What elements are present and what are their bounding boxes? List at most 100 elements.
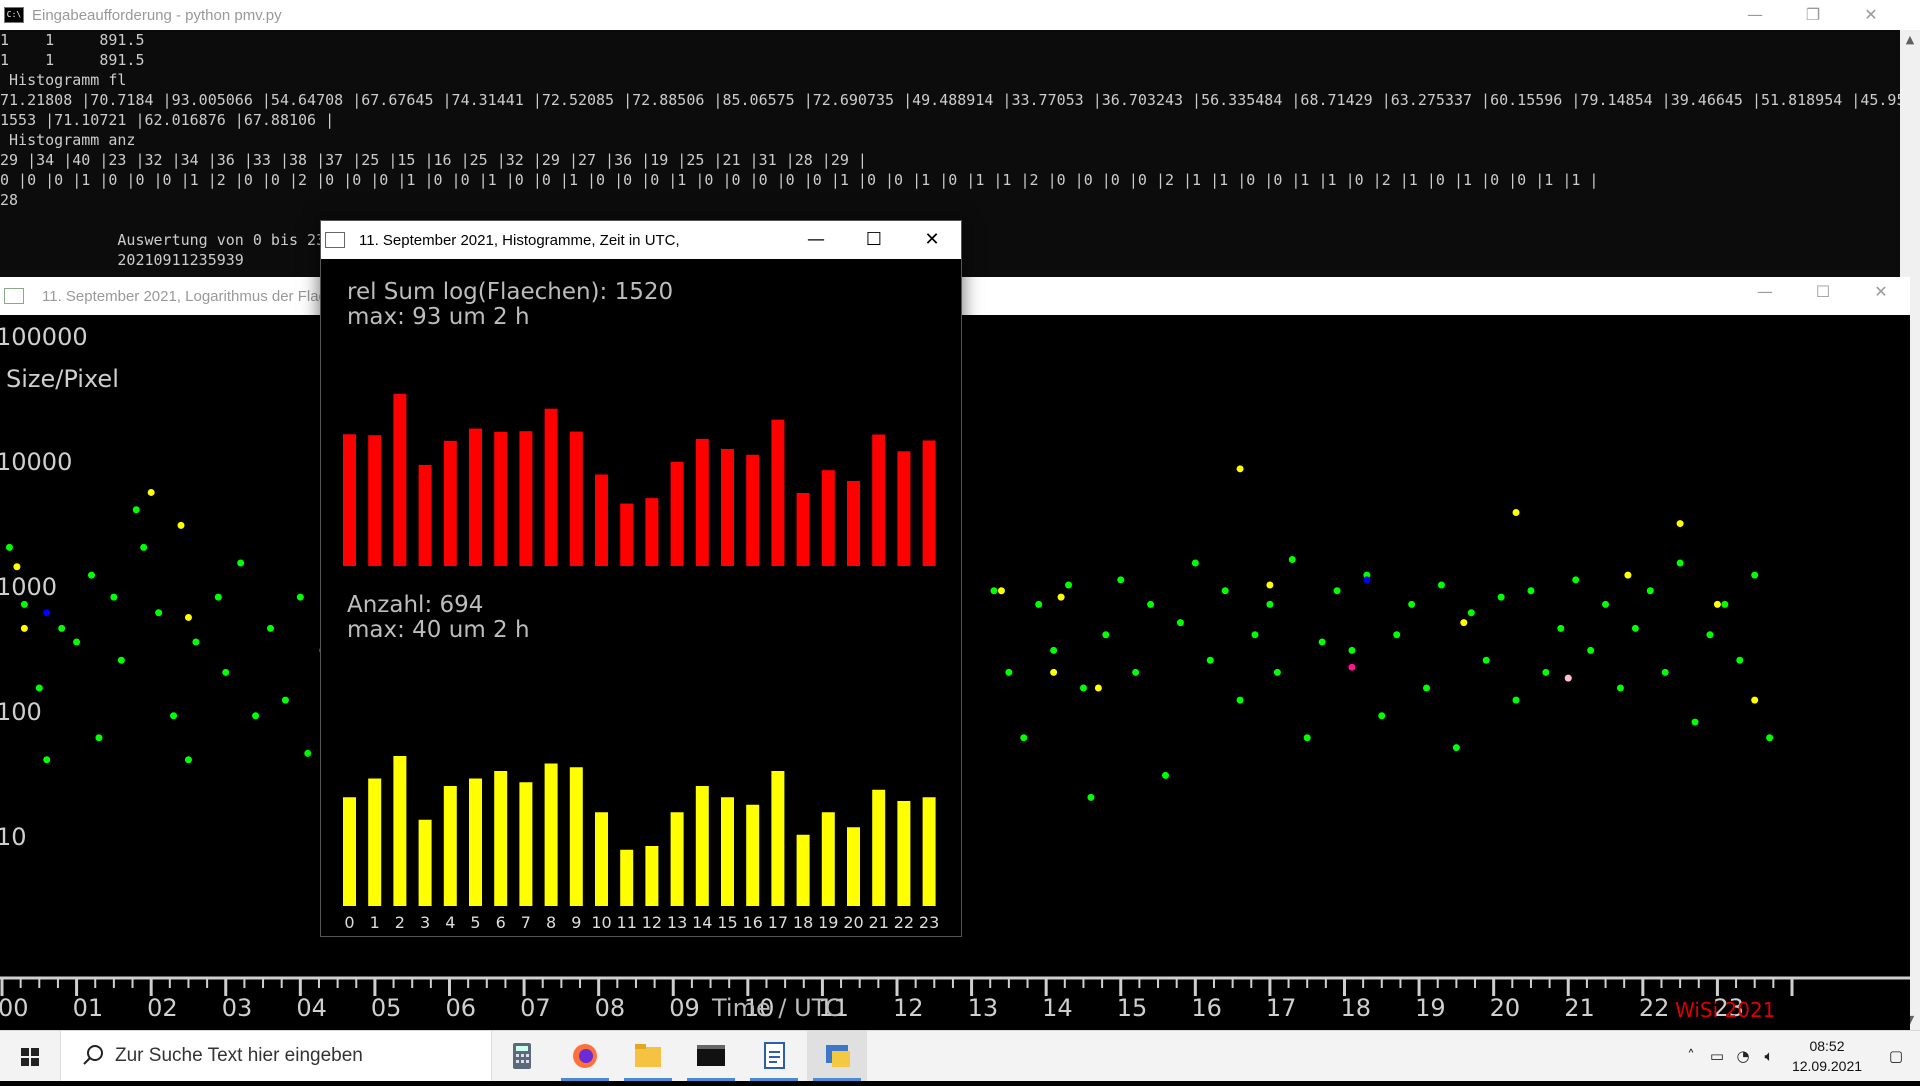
taskbar-search[interactable]: Zur Suche Text hier eingeben bbox=[60, 1031, 492, 1081]
x-tick-label: 06 bbox=[446, 994, 477, 1022]
count-bar bbox=[821, 812, 835, 906]
windows-icon bbox=[21, 1048, 39, 1066]
data-point bbox=[1236, 696, 1244, 704]
histogram-titlebar[interactable]: 11. September 2021, Histogramme, Zeit in… bbox=[321, 221, 961, 259]
explorer-taskbar-button[interactable] bbox=[618, 1031, 678, 1081]
calculator-taskbar-button[interactable] bbox=[492, 1031, 552, 1081]
data-point bbox=[1602, 600, 1610, 608]
data-point bbox=[1564, 674, 1572, 682]
firefox-taskbar-button[interactable] bbox=[555, 1031, 615, 1081]
scroll-up-icon[interactable]: ▲ bbox=[1900, 30, 1920, 50]
scatter-minimize-button[interactable]: — bbox=[1736, 277, 1794, 307]
count-label: Anzahl: 694 bbox=[347, 592, 483, 618]
hour-tick-label: 2 bbox=[395, 913, 405, 932]
data-point bbox=[1087, 793, 1095, 801]
histogram-close-button[interactable]: ✕ bbox=[903, 221, 961, 259]
data-point bbox=[1378, 712, 1386, 720]
data-point bbox=[192, 638, 200, 646]
data-point bbox=[184, 756, 192, 764]
x-tick-label: 01 bbox=[73, 994, 104, 1022]
y-tick-label: 10 bbox=[0, 823, 27, 851]
histogram-canvas: rel Sum log(Flaechen): 1520 max: 93 um 2… bbox=[321, 259, 961, 936]
console-line: 1 1 891.5 bbox=[0, 31, 145, 49]
data-point bbox=[1206, 656, 1214, 664]
histogram-title: 11. September 2021, Histogramme, Zeit in… bbox=[359, 231, 680, 249]
chevron-up-icon[interactable]: ˄ bbox=[1678, 1047, 1704, 1065]
count-bar bbox=[595, 812, 608, 906]
terminal-taskbar-button[interactable] bbox=[681, 1031, 741, 1081]
console-line: Histogramm anz bbox=[0, 131, 136, 149]
data-point bbox=[267, 624, 274, 632]
hour-tick-label: 7 bbox=[521, 913, 531, 932]
data-point bbox=[1266, 600, 1274, 608]
data-point bbox=[155, 609, 163, 617]
data-point bbox=[1333, 587, 1341, 595]
restore-button[interactable]: ❐ bbox=[1784, 0, 1842, 30]
x-axis-title: Time / UTC bbox=[711, 994, 842, 1022]
count-bar bbox=[418, 819, 432, 906]
python-taskbar-button[interactable] bbox=[807, 1031, 867, 1081]
count-bar bbox=[872, 789, 886, 906]
cmd-icon: C:\ bbox=[4, 7, 24, 23]
console-line: 1 1 891.5 bbox=[0, 51, 145, 69]
hour-tick-label: 13 bbox=[667, 913, 687, 932]
data-point bbox=[1736, 656, 1744, 664]
scatter-maximize-button[interactable]: ☐ bbox=[1794, 277, 1852, 307]
count-bar bbox=[897, 801, 911, 906]
data-point bbox=[20, 600, 28, 608]
data-point bbox=[1057, 593, 1065, 601]
data-point bbox=[58, 624, 66, 632]
start-button[interactable] bbox=[0, 1031, 60, 1081]
histogram-window[interactable]: 11. September 2021, Histogramme, Zeit in… bbox=[320, 220, 962, 937]
x-tick-label: 18 bbox=[1341, 994, 1372, 1022]
area-bar bbox=[872, 434, 886, 566]
data-point bbox=[222, 668, 230, 676]
close-button[interactable]: ✕ bbox=[1842, 0, 1900, 30]
count-bar bbox=[746, 804, 760, 906]
system-tray: ˄ ▭ ◔ 🔈︎ 08:52 12.09.2021 ▢ bbox=[1678, 1031, 1920, 1081]
count-bar bbox=[847, 827, 860, 906]
notification-icon[interactable]: ▢ bbox=[1872, 1047, 1920, 1065]
data-point bbox=[1035, 600, 1043, 608]
wifi-icon[interactable]: ◔ bbox=[1730, 1047, 1756, 1065]
y-axis-title: Size/Pixel bbox=[6, 365, 119, 393]
battery-icon[interactable]: ▭ bbox=[1704, 1047, 1730, 1065]
data-point bbox=[140, 543, 148, 551]
scatter-close-button[interactable]: ✕ bbox=[1852, 277, 1910, 307]
area-bar bbox=[595, 474, 608, 566]
data-point bbox=[1288, 555, 1296, 563]
x-tick-label: 21 bbox=[1564, 994, 1595, 1022]
data-point bbox=[1393, 631, 1401, 639]
data-point bbox=[73, 638, 81, 646]
count-bar bbox=[721, 797, 734, 906]
data-point bbox=[5, 543, 13, 551]
area-bar bbox=[695, 438, 709, 566]
x-tick-label: 17 bbox=[1266, 994, 1297, 1022]
x-tick-label: 13 bbox=[968, 994, 999, 1022]
data-point bbox=[1191, 559, 1199, 567]
x-tick-label: 05 bbox=[371, 994, 402, 1022]
area-bar bbox=[519, 431, 533, 566]
data-point bbox=[1557, 624, 1565, 632]
clock[interactable]: 08:52 12.09.2021 bbox=[1782, 1036, 1872, 1076]
data-point bbox=[1236, 465, 1244, 473]
histogram-maximize-button[interactable]: ☐ bbox=[845, 221, 903, 259]
console-titlebar[interactable]: C:\ Eingabeaufforderung - python pmv.py … bbox=[0, 0, 1920, 30]
count-bar bbox=[519, 782, 533, 906]
area-bar bbox=[771, 419, 785, 566]
speaker-icon[interactable]: 🔈︎ bbox=[1756, 1047, 1782, 1065]
document-taskbar-button[interactable] bbox=[744, 1031, 804, 1081]
y-tick-label: 100 bbox=[0, 698, 42, 726]
console-line: 0 |0 |0 |1 |0 |0 |0 |1 |2 |0 |0 |2 |0 |0… bbox=[0, 171, 1599, 189]
x-tick-label: 00 bbox=[0, 994, 29, 1022]
data-point bbox=[1676, 520, 1684, 528]
data-point bbox=[1303, 734, 1311, 742]
data-point bbox=[1102, 631, 1110, 639]
data-point bbox=[1452, 744, 1460, 752]
minimize-button[interactable]: — bbox=[1726, 0, 1784, 30]
histogram-minimize-button[interactable]: — bbox=[787, 221, 845, 259]
data-point bbox=[1117, 576, 1125, 584]
count-bar bbox=[645, 846, 659, 906]
console-line: 71.21808 |70.7184 |93.005066 |54.64708 |… bbox=[0, 91, 1900, 109]
data-point bbox=[1050, 646, 1058, 654]
